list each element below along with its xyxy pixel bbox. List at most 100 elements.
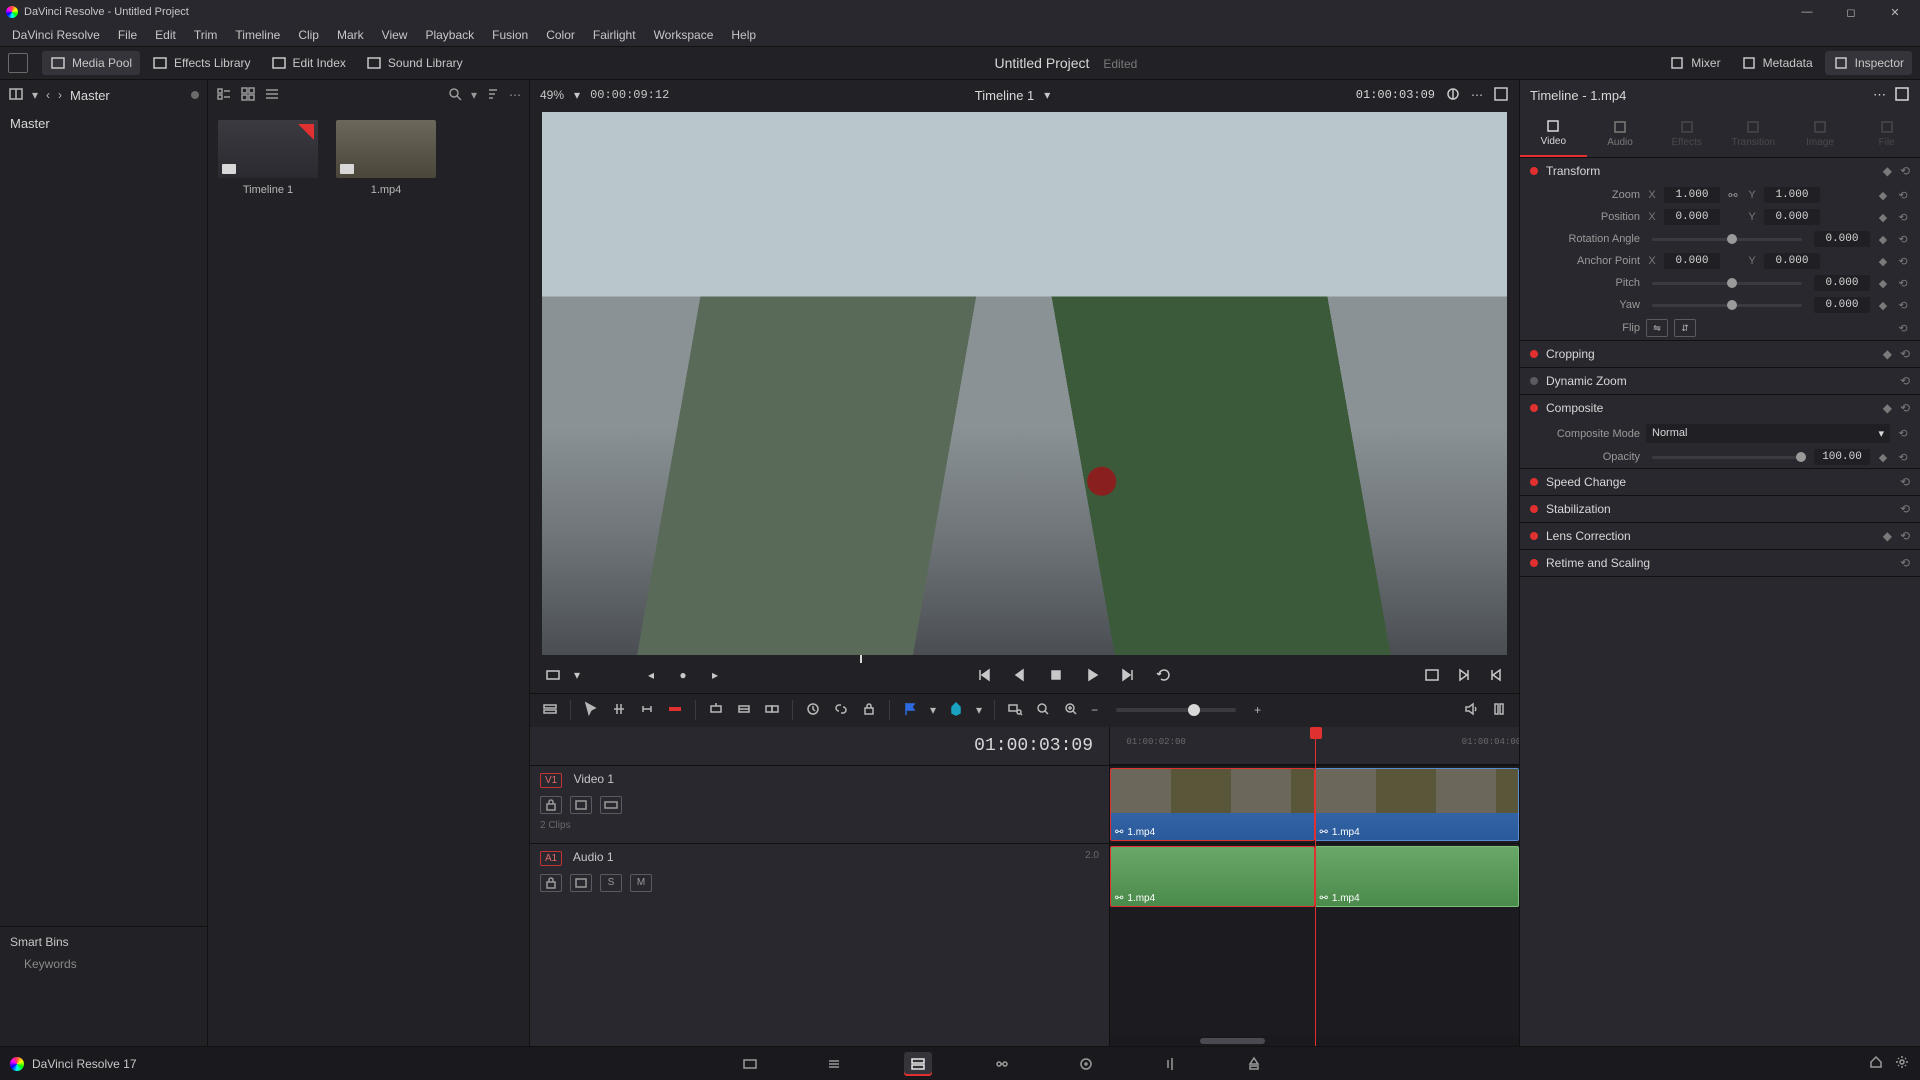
viewer[interactable] <box>542 112 1507 655</box>
page-edit-icon[interactable] <box>904 1052 932 1076</box>
pos-y-input[interactable]: 0.000 <box>1764 209 1820 225</box>
menu-file[interactable]: File <box>110 26 145 44</box>
pitch-slider[interactable] <box>1652 282 1802 285</box>
nav-forward-icon[interactable]: › <box>58 88 62 102</box>
overwrite-clip-icon[interactable] <box>736 701 752 720</box>
audio-clip[interactable]: ⚯1.mp4 <box>1315 846 1520 907</box>
audio-track-header[interactable]: A1 Audio 1 S M 2.0 <box>530 843 1109 909</box>
more-icon[interactable]: ⋯ <box>509 88 521 102</box>
fullscreen-icon[interactable] <box>1421 664 1443 686</box>
section-enable-dot-icon[interactable] <box>1530 404 1538 412</box>
clip-1-mp4[interactable]: 1.mp4 <box>336 120 436 196</box>
section-enable-dot-icon[interactable] <box>1530 478 1538 486</box>
expand-icon[interactable] <box>1493 86 1509 105</box>
prev-edit-icon[interactable] <box>1485 664 1507 686</box>
viewer-scrub-marker[interactable] <box>860 655 862 663</box>
match-frame-prev-icon[interactable]: ◂ <box>640 664 662 686</box>
ws-edit-index[interactable]: Edit Index <box>263 51 354 75</box>
mute-button[interactable]: M <box>630 874 652 892</box>
keyframe-icon[interactable]: ◆ <box>1876 233 1890 246</box>
video-clip[interactable]: ⚯1.mp4 <box>1315 768 1520 841</box>
anchor-y-input[interactable]: 0.000 <box>1764 253 1820 269</box>
insert-clip-icon[interactable] <box>708 701 724 720</box>
timeline-timecode[interactable]: 01:00:03:09 <box>530 727 1109 765</box>
go-start-icon[interactable] <box>973 664 995 686</box>
yaw-input[interactable]: 0.000 <box>1814 297 1870 313</box>
expand-icon[interactable] <box>1894 86 1910 105</box>
dynamic-trim-icon[interactable] <box>639 701 655 720</box>
menu-help[interactable]: Help <box>723 26 764 44</box>
section-enable-dot-icon[interactable] <box>1530 167 1538 175</box>
keyframe-icon[interactable]: ◆ <box>1876 255 1890 268</box>
ws-effects-library[interactable]: Effects Library <box>144 51 258 75</box>
pos-x-input[interactable]: 0.000 <box>1664 209 1720 225</box>
auto-select-icon[interactable] <box>570 874 592 892</box>
section-enable-dot-icon[interactable] <box>1530 505 1538 513</box>
keyframe-icon[interactable]: ◆ <box>1876 299 1890 312</box>
ws-inspector[interactable]: Inspector <box>1825 51 1912 75</box>
step-back-icon[interactable] <box>1009 664 1031 686</box>
flip-v-button[interactable]: ⇵ <box>1674 319 1696 337</box>
chevron-down-icon[interactable]: ▾ <box>574 88 580 102</box>
menu-timeline[interactable]: Timeline <box>227 26 288 44</box>
menu-color[interactable]: Color <box>538 26 583 44</box>
section-retime-scaling[interactable]: Retime and Scaling⟲ <box>1520 550 1920 577</box>
zoom-slider[interactable] <box>1116 708 1236 712</box>
reset-icon[interactable]: ⟲ <box>1896 427 1910 440</box>
ws-sound-library[interactable]: Sound Library <box>358 51 471 75</box>
menu-fairlight[interactable]: Fairlight <box>585 26 644 44</box>
rotation-input[interactable]: 0.000 <box>1814 231 1870 247</box>
flag-icon[interactable] <box>902 701 918 720</box>
reset-icon[interactable]: ⟲ <box>1896 299 1910 312</box>
opacity-slider[interactable] <box>1652 456 1802 459</box>
page-deliver-icon[interactable] <box>1240 1052 1268 1076</box>
auto-select-icon[interactable] <box>570 796 592 814</box>
reset-icon[interactable]: ⟲ <box>1900 347 1910 361</box>
rotation-slider[interactable] <box>1652 238 1802 241</box>
audio-clip[interactable]: ⚯1.mp4 <box>1110 846 1315 907</box>
link-icon[interactable]: ⚯ <box>1726 189 1740 202</box>
reset-icon[interactable]: ⟲ <box>1900 401 1910 415</box>
keyframe-icon[interactable]: ◆ <box>1883 401 1892 415</box>
keyframe-icon[interactable]: ◆ <box>1876 211 1890 224</box>
page-cut-icon[interactable] <box>820 1052 848 1076</box>
reset-icon[interactable]: ⟲ <box>1900 475 1910 489</box>
section-cropping[interactable]: Cropping◆⟲ <box>1520 341 1920 368</box>
thumbnail-view-icon[interactable] <box>240 86 256 105</box>
menu-edit[interactable]: Edit <box>147 26 184 44</box>
blade-tool-icon[interactable] <box>667 701 683 720</box>
bin-view-mode-icon[interactable] <box>8 86 24 105</box>
menu-mark[interactable]: Mark <box>329 26 372 44</box>
zoom-search-icon[interactable] <box>1007 701 1023 720</box>
timeline-view-icon[interactable] <box>542 701 558 720</box>
zoom-out-icon[interactable]: − <box>1091 703 1098 717</box>
settings-gear-icon[interactable] <box>1894 1054 1910 1073</box>
page-color-icon[interactable] <box>1072 1052 1100 1076</box>
reset-icon[interactable]: ⟲ <box>1896 322 1910 335</box>
audio-monitor-icon[interactable] <box>1463 701 1479 720</box>
meter-icon[interactable] <box>1491 701 1507 720</box>
section-speed-change[interactable]: Speed Change⟲ <box>1520 469 1920 496</box>
ws-mixer[interactable]: Mixer <box>1661 51 1728 75</box>
lock-icon[interactable] <box>861 701 877 720</box>
zoom-y-input[interactable]: 1.000 <box>1764 187 1820 203</box>
menu-fusion[interactable]: Fusion <box>484 26 536 44</box>
section-enable-dot-icon[interactable] <box>1530 350 1538 358</box>
window-maximize-button[interactable]: ◻ <box>1832 2 1870 22</box>
menu-clip[interactable]: Clip <box>290 26 327 44</box>
reset-icon[interactable]: ⟲ <box>1896 233 1910 246</box>
flip-h-button[interactable]: ⇋ <box>1646 319 1668 337</box>
reset-icon[interactable]: ⟲ <box>1900 556 1910 570</box>
composite-mode-select[interactable]: Normal ▾ <box>1646 424 1890 443</box>
marker-icon[interactable] <box>948 701 964 720</box>
zoom-in-icon[interactable]: + <box>1254 703 1261 717</box>
play-icon[interactable] <box>1081 664 1103 686</box>
match-frame-icon[interactable]: ● <box>672 664 694 686</box>
viewer-timeline-name[interactable]: Timeline 1 <box>975 88 1034 103</box>
more-icon[interactable]: ⋯ <box>1471 88 1483 102</box>
menu-davinci-resolve[interactable]: DaVinci Resolve <box>4 26 108 44</box>
loop-icon[interactable] <box>1153 664 1175 686</box>
search-icon[interactable] <box>447 86 463 105</box>
section-enable-dot-icon[interactable] <box>1530 559 1538 567</box>
retime-icon[interactable] <box>805 701 821 720</box>
